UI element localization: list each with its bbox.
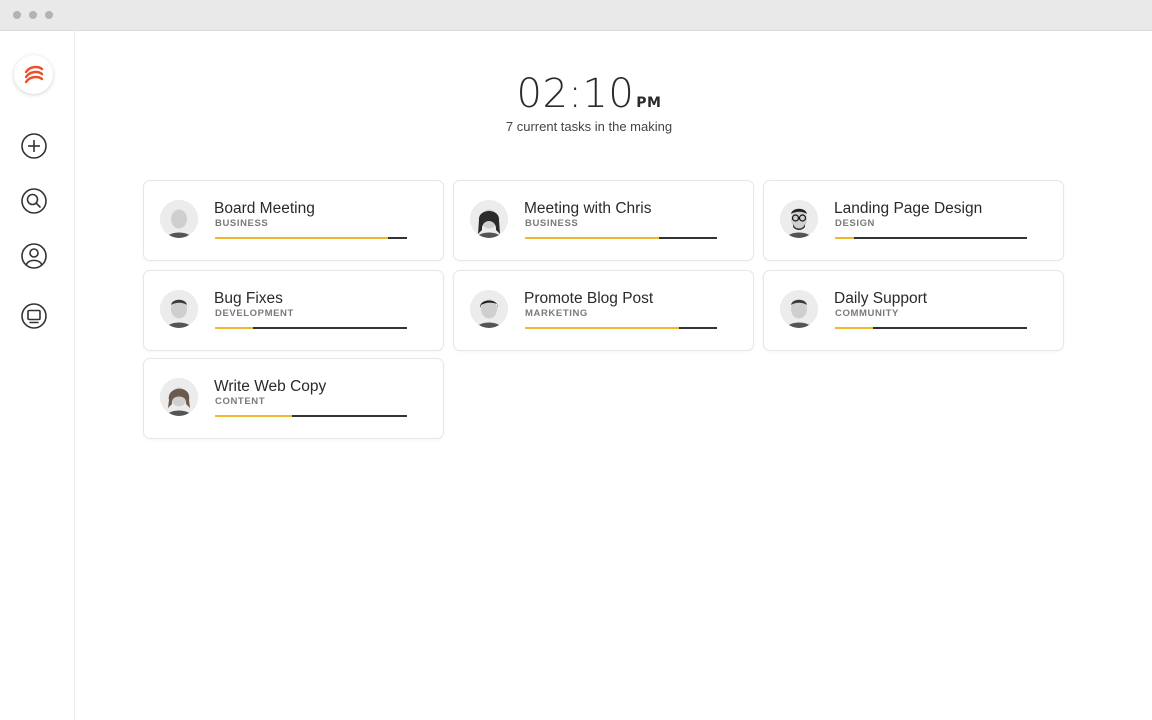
task-progress-fill — [525, 327, 679, 329]
clock-ampm: PM — [636, 95, 661, 111]
sidebar — [0, 31, 75, 720]
screen-button[interactable] — [20, 302, 48, 330]
avatar — [470, 200, 508, 238]
task-card[interactable]: Write Web CopyCONTENT — [143, 358, 444, 439]
task-progress-fill — [835, 327, 873, 329]
task-title: Daily Support — [834, 290, 927, 308]
avatar — [780, 200, 818, 238]
task-progress-fill — [215, 327, 253, 329]
user-icon — [20, 242, 48, 270]
task-title: Promote Blog Post — [524, 290, 653, 308]
task-category: DEVELOPMENT — [215, 308, 294, 319]
task-title: Board Meeting — [214, 200, 315, 218]
monitor-icon — [20, 302, 48, 330]
task-progress-bar — [215, 237, 407, 239]
task-card[interactable]: Promote Blog PostMARKETING — [453, 270, 754, 351]
task-progress-bar — [835, 237, 1027, 239]
window-minimize-dot[interactable] — [29, 11, 37, 19]
search-button[interactable] — [20, 187, 48, 215]
task-progress-fill — [215, 415, 292, 417]
task-category: COMMUNITY — [835, 308, 899, 319]
tasks-summary: 7 current tasks in the making — [76, 119, 1102, 134]
avatar — [780, 290, 818, 328]
task-progress-bar — [525, 237, 717, 239]
task-progress-fill — [835, 237, 854, 239]
task-card[interactable]: Board MeetingBUSINESS — [143, 180, 444, 261]
plus-circle-icon — [20, 132, 48, 160]
task-category: DESIGN — [835, 218, 875, 229]
brand-logo[interactable] — [14, 55, 53, 94]
title-bar — [0, 0, 1152, 31]
task-progress-bar — [215, 415, 407, 417]
profile-button[interactable] — [20, 242, 48, 270]
task-category: BUSINESS — [525, 218, 578, 229]
task-card[interactable]: Daily SupportCOMMUNITY — [763, 270, 1064, 351]
task-category: BUSINESS — [215, 218, 268, 229]
clock-time: 02:10 — [517, 71, 635, 117]
search-icon — [20, 187, 48, 215]
app-window: 02:10PM 7 current tasks in the making Bo… — [0, 0, 1152, 720]
avatar — [160, 290, 198, 328]
task-card[interactable]: Landing Page DesignDESIGN — [763, 180, 1064, 261]
task-card[interactable]: Bug FixesDEVELOPMENT — [143, 270, 444, 351]
add-task-button[interactable] — [20, 132, 48, 160]
task-progress-bar — [525, 327, 717, 329]
avatar — [160, 200, 198, 238]
window-maximize-dot[interactable] — [45, 11, 53, 19]
main-content: 02:10PM 7 current tasks in the making Bo… — [76, 31, 1152, 720]
task-category: CONTENT — [215, 396, 265, 407]
brand-logo-icon — [22, 65, 46, 85]
avatar — [470, 290, 508, 328]
task-progress-bar — [835, 327, 1027, 329]
clock: 02:10PM — [76, 71, 1102, 117]
task-card[interactable]: Meeting with ChrisBUSINESS — [453, 180, 754, 261]
avatar — [160, 378, 198, 416]
task-title: Meeting with Chris — [524, 200, 652, 218]
task-progress-bar — [215, 327, 407, 329]
task-category: MARKETING — [525, 308, 588, 319]
task-progress-fill — [215, 237, 388, 239]
task-title: Write Web Copy — [214, 378, 326, 396]
task-title: Bug Fixes — [214, 290, 283, 308]
task-title: Landing Page Design — [834, 200, 982, 218]
task-progress-fill — [525, 237, 659, 239]
window-close-dot[interactable] — [13, 11, 21, 19]
